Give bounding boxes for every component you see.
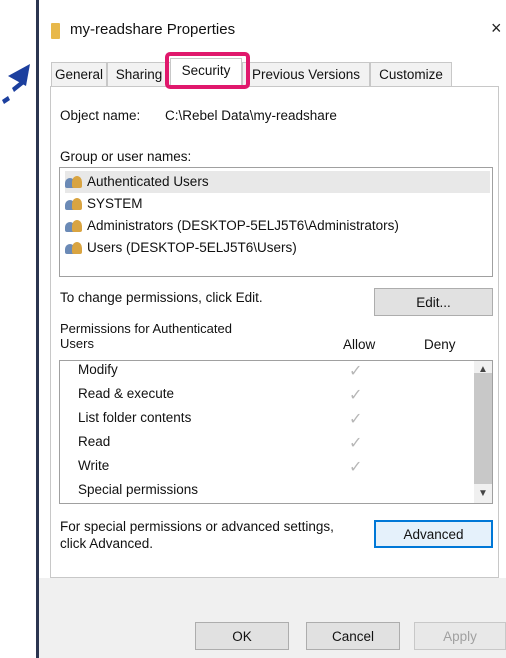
tab-customize[interactable]: Customize	[370, 62, 452, 86]
security-tab-highlight	[165, 52, 250, 89]
allow-column-header: Allow	[343, 337, 376, 352]
advanced-button[interactable]: Advanced	[374, 520, 493, 548]
permission-row-list-folder: List folder contents	[78, 410, 192, 425]
tab-previous-versions[interactable]: Previous Versions	[242, 62, 370, 86]
scroll-down-icon[interactable]: ▼	[474, 488, 492, 499]
users-group-icon	[65, 240, 83, 254]
permission-row-modify: Modify	[78, 362, 118, 377]
allow-check-icon: ✓	[349, 411, 363, 428]
cancel-button[interactable]: Cancel	[306, 622, 400, 650]
change-permissions-text: To change permissions, click Edit.	[60, 290, 263, 305]
scroll-up-icon[interactable]: ▲	[474, 364, 492, 375]
apply-button[interactable]: Apply	[414, 622, 506, 650]
list-item-users[interactable]: Users (DESKTOP-5ELJ5T6\Users)	[65, 237, 490, 259]
folder-icon	[51, 23, 60, 39]
users-group-icon	[65, 174, 83, 188]
allow-check-icon: ✓	[349, 435, 363, 452]
deny-column-header: Deny	[424, 337, 456, 352]
close-icon[interactable]: ×	[491, 18, 502, 39]
users-group-icon	[65, 218, 83, 232]
group-user-names-label: Group or user names:	[60, 149, 192, 164]
users-group-icon	[65, 196, 83, 210]
allow-check-icon: ✓	[349, 363, 363, 380]
allow-check-icon: ✓	[349, 387, 363, 404]
window-left-border	[36, 0, 39, 658]
window-title: my-readshare Properties	[70, 21, 236, 38]
permissions-header-user: Users	[60, 336, 94, 351]
edit-button[interactable]: Edit...	[374, 288, 493, 316]
tab-general[interactable]: General	[51, 62, 107, 86]
permissions-header: Permissions for Authenticated	[60, 321, 232, 336]
object-name-label: Object name:	[60, 108, 141, 123]
advanced-hint-line1: For special permissions or advanced sett…	[60, 519, 334, 534]
object-name-value: C:\Rebel Data\my-readshare	[165, 108, 337, 123]
scrollbar-thumb[interactable]	[474, 373, 492, 484]
permission-row-read: Read	[78, 434, 111, 449]
list-item-administrators[interactable]: Administrators (DESKTOP-5ELJ5T6\Administ…	[65, 215, 490, 237]
allow-check-icon: ✓	[349, 459, 363, 476]
list-item-authenticated-users[interactable]: Authenticated Users	[65, 171, 490, 193]
list-item-system[interactable]: SYSTEM	[65, 193, 490, 215]
permission-row-write: Write	[78, 458, 110, 473]
annotation-arrow-icon	[2, 64, 30, 104]
advanced-hint-line2: click Advanced.	[60, 536, 154, 551]
permission-row-special: Special permissions	[78, 482, 199, 497]
ok-button[interactable]: OK	[195, 622, 289, 650]
tab-sharing[interactable]: Sharing	[107, 62, 171, 86]
permission-row-read-execute: Read & execute	[78, 386, 175, 401]
